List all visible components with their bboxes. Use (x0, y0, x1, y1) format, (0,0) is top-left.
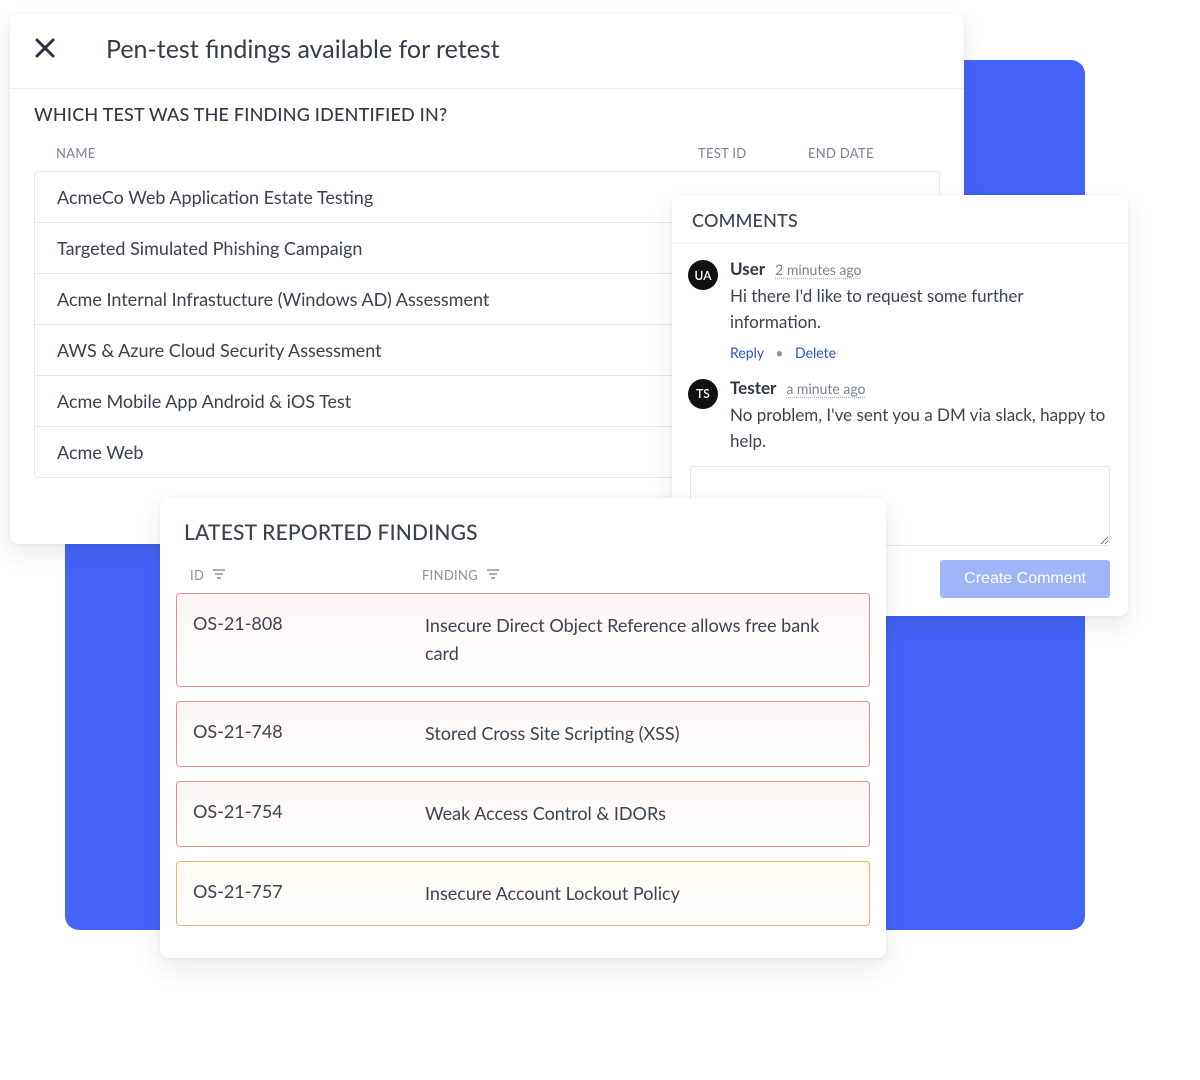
findings-title: LATEST REPORTED FINDINGS (160, 498, 886, 549)
comment: TS Tester a minute ago No problem, I've … (672, 363, 1128, 457)
finding-row[interactable]: OS-21-748 Stored Cross Site Scripting (X… (176, 701, 870, 767)
avatar: TS (688, 379, 718, 409)
retest-header: Pen-test findings available for retest (10, 14, 964, 89)
finding-text: Weak Access Control & IDORs (425, 800, 853, 828)
retest-question: WHICH TEST WAS THE FINDING IDENTIFIED IN… (34, 103, 940, 125)
finding-row[interactable]: OS-21-757 Insecure Account Lockout Polic… (176, 861, 870, 927)
create-comment-button[interactable]: Create Comment (940, 560, 1110, 598)
close-icon (33, 36, 57, 63)
finding-id: OS-21-808 (193, 612, 425, 634)
filter-icon[interactable] (486, 567, 500, 583)
comment-time: a minute ago (786, 380, 865, 397)
comment-author: User (730, 258, 765, 279)
finding-id: OS-21-754 (193, 800, 425, 822)
findings-panel: LATEST REPORTED FINDINGS ID FINDING OS-2… (160, 498, 886, 958)
finding-row[interactable]: OS-21-754 Weak Access Control & IDORs (176, 781, 870, 847)
filter-icon[interactable] (212, 567, 226, 583)
th-testid: TEST ID (698, 145, 808, 161)
reply-link[interactable]: Reply (730, 344, 764, 361)
th-id: ID (190, 567, 204, 583)
finding-id: OS-21-757 (193, 880, 425, 902)
comments-head: COMMENTS (672, 195, 1128, 244)
comment-author: Tester (730, 377, 776, 398)
findings-body: OS-21-808 Insecure Direct Object Referen… (160, 593, 886, 926)
th-finding: FINDING (422, 567, 478, 583)
retest-title: Pen-test findings available for retest (106, 34, 500, 64)
comment: UA User 2 minutes ago Hi there I'd like … (672, 244, 1128, 363)
th-enddate: END DATE (808, 145, 918, 161)
comment-text: Hi there I'd like to request some furthe… (730, 283, 1108, 336)
tests-table-head: NAME TEST ID END DATE (34, 139, 940, 171)
delete-link[interactable]: Delete (795, 344, 836, 361)
finding-id: OS-21-748 (193, 720, 425, 742)
separator-dot: • (775, 344, 783, 361)
finding-text: Insecure Account Lockout Policy (425, 880, 853, 908)
comment-time: 2 minutes ago (775, 261, 861, 278)
finding-text: Insecure Direct Object Reference allows … (425, 612, 853, 668)
comment-text: No problem, I've sent you a DM via slack… (730, 402, 1108, 455)
avatar: UA (688, 260, 718, 290)
comment-actions: Reply • Delete (730, 344, 1108, 361)
finding-text: Stored Cross Site Scripting (XSS) (425, 720, 853, 748)
finding-row[interactable]: OS-21-808 Insecure Direct Object Referen… (176, 593, 870, 687)
th-name: NAME (56, 145, 698, 161)
close-button[interactable] (24, 28, 66, 70)
comments-title: COMMENTS (692, 209, 1108, 231)
findings-head: ID FINDING (160, 549, 886, 593)
